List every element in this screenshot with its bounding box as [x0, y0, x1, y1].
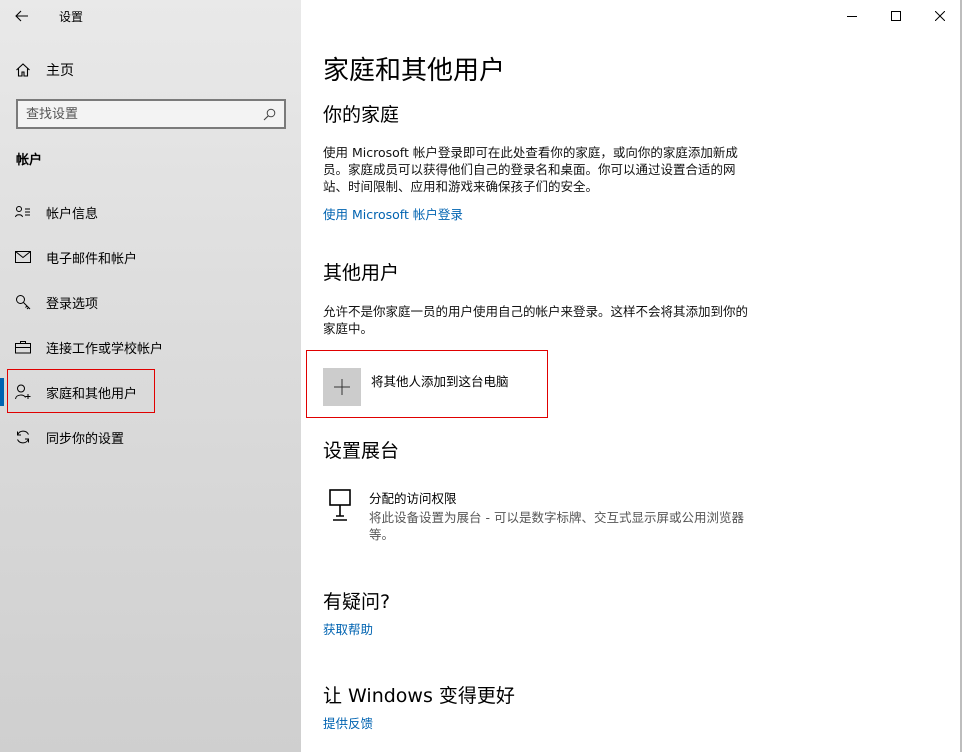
sidebar-item-label: 帐户信息	[46, 206, 99, 222]
sidebar-item-sync[interactable]: 同步你的设置	[0, 415, 301, 459]
home-label: 主页	[46, 63, 74, 79]
search-box[interactable]	[16, 99, 286, 129]
search-icon	[263, 108, 276, 120]
mail-icon	[0, 251, 46, 263]
page-title: 家庭和其他用户	[323, 56, 506, 86]
close-icon	[935, 11, 945, 21]
back-arrow-icon	[15, 10, 28, 22]
kiosk-heading: 设置展台	[323, 440, 400, 462]
maximize-icon	[891, 11, 901, 21]
sidebar-item-label: 连接工作或学校帐户	[46, 341, 164, 357]
get-help-link[interactable]: 获取帮助	[323, 619, 373, 638]
sidebar-item-label: 家庭和其他用户	[46, 386, 138, 402]
assigned-access-item[interactable]: 分配的访问权限 将此设备设置为展台 - 可以是数字标牌、交互式显示屏或公用浏览器…	[327, 488, 759, 543]
sync-icon	[0, 429, 46, 445]
close-button[interactable]	[918, 0, 962, 32]
app-title: 设置	[59, 9, 84, 24]
add-other-user-button[interactable]: 将其他人添加到这台电脑	[323, 367, 509, 407]
add-other-user-label: 将其他人添加到这台电脑	[371, 373, 509, 389]
sidebar-item-label: 登录选项	[46, 296, 99, 312]
assigned-access-description: 将此设备设置为展台 - 可以是数字标牌、交互式显示屏或公用浏览器等。	[369, 510, 744, 542]
minimize-icon	[847, 16, 857, 17]
sidebar-section-title: 帐户	[16, 153, 43, 168]
assigned-access-title: 分配的访问权限	[369, 491, 457, 506]
plus-icon	[334, 379, 350, 395]
give-feedback-link[interactable]: 提供反馈	[323, 713, 373, 732]
sidebar-item-label: 电子邮件和帐户	[46, 251, 138, 267]
main-content: 家庭和其他用户 你的家庭 使用 Microsoft 帐户登录即可在此处查看你的家…	[301, 0, 962, 752]
person-add-icon	[0, 384, 46, 400]
other-users-heading: 其他用户	[323, 262, 400, 284]
minimize-button[interactable]	[830, 0, 874, 32]
home-icon	[0, 62, 46, 78]
maximize-button[interactable]	[874, 0, 918, 32]
window-controls	[830, 0, 962, 32]
sidebar-item-your-info[interactable]: 帐户信息	[0, 190, 301, 234]
feedback-heading: 让 Windows 变得更好	[323, 685, 515, 707]
key-icon	[0, 294, 46, 310]
help-heading: 有疑问?	[323, 591, 391, 613]
sidebar-item-sign-in-options[interactable]: 登录选项	[0, 280, 301, 324]
kiosk-icon	[327, 488, 357, 543]
home-link[interactable]: 主页	[0, 52, 301, 88]
sidebar-item-family-other-users[interactable]: 家庭和其他用户	[0, 370, 301, 414]
person-card-icon	[0, 205, 46, 219]
plus-tile	[323, 368, 361, 406]
title-bar: 设置	[0, 0, 301, 32]
sidebar-item-label: 同步你的设置	[46, 431, 125, 447]
family-description: 使用 Microsoft 帐户登录即可在此处查看你的家庭，或向你的家庭添加新成员…	[323, 145, 738, 194]
sidebar-item-email[interactable]: 电子邮件和帐户	[0, 235, 301, 279]
sign-in-microsoft-link[interactable]: 使用 Microsoft 帐户登录	[323, 204, 463, 223]
back-button[interactable]	[0, 0, 44, 32]
briefcase-icon	[0, 340, 46, 354]
other-users-description: 允许不是你家庭一员的用户使用自己的帐户来登录。这样不会将其添加到你的家庭中。	[323, 304, 749, 336]
family-heading: 你的家庭	[323, 104, 400, 126]
sidebar-item-work-school[interactable]: 连接工作或学校帐户	[0, 325, 301, 369]
sidebar: 设置 主页 帐户 帐户信息 电子邮件和帐户 登录选项 连接工作或学校帐户	[0, 0, 301, 752]
search-input[interactable]	[26, 106, 263, 122]
